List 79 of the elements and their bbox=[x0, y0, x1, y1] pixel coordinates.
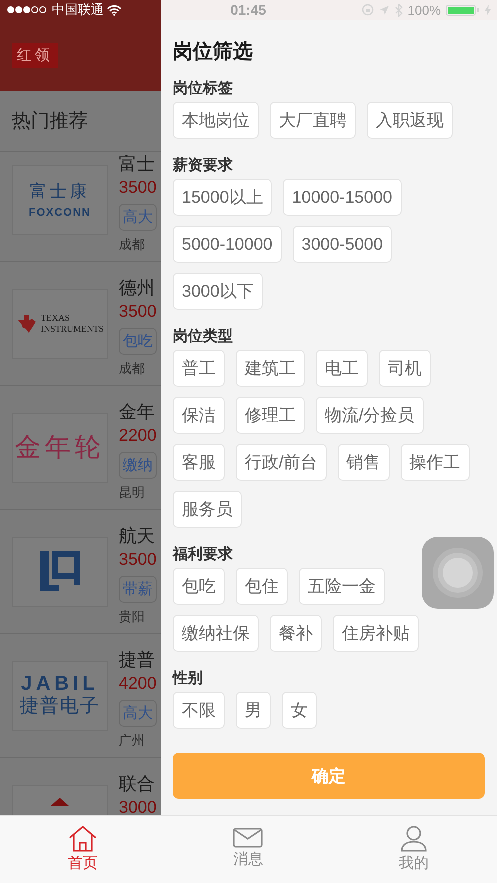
home-icon bbox=[68, 826, 97, 852]
job-location: 成都 bbox=[119, 360, 146, 378]
salary-text: 3500 bbox=[119, 549, 158, 571]
filter-group-label: 福利要求 bbox=[173, 545, 233, 565]
filter-option[interactable]: 女 bbox=[282, 692, 317, 729]
signal-icon bbox=[7, 6, 49, 14]
bluetooth-icon bbox=[394, 4, 403, 16]
drawer-title: 岗位筛选 bbox=[173, 40, 254, 65]
filter-option[interactable]: 大厂直聘 bbox=[270, 102, 356, 139]
tab-item[interactable]: 消息 bbox=[166, 816, 332, 883]
company-logo: JABIL 捷普电子 bbox=[12, 660, 108, 730]
job-location: 贵阳 bbox=[119, 608, 146, 626]
filter-option[interactable]: 5000-10000 bbox=[173, 226, 282, 263]
wifi-icon bbox=[107, 4, 122, 16]
job-title: 航天 bbox=[119, 525, 156, 548]
clock-time: 01:45 bbox=[230, 2, 266, 18]
filter-option[interactable]: 包吃 bbox=[173, 568, 225, 605]
job-title: 德州 bbox=[119, 277, 156, 300]
salary-text: 2200 bbox=[119, 425, 158, 447]
company-logo: 富士康 FOXCONN bbox=[12, 164, 108, 234]
job-location: 广州 bbox=[119, 732, 146, 750]
filter-option[interactable]: 销售 bbox=[338, 444, 390, 481]
job-title: 捷普 bbox=[119, 649, 156, 672]
filter-option[interactable]: 男 bbox=[236, 692, 271, 729]
battery-percent: 100% bbox=[408, 2, 441, 18]
filter-group-label: 薪资要求 bbox=[173, 156, 233, 176]
filter-group-label: 性别 bbox=[173, 669, 203, 689]
rotation-lock-icon bbox=[362, 4, 374, 16]
filter-option[interactable]: 服务员 bbox=[173, 491, 242, 528]
filter-option[interactable]: 建筑工 bbox=[236, 350, 305, 387]
filter-option[interactable]: 3000-5000 bbox=[292, 226, 392, 263]
company-logo: 金年轮 bbox=[12, 412, 108, 482]
benefit-tag: 高大 bbox=[119, 204, 157, 231]
filter-option[interactable]: 五险一金 bbox=[299, 568, 385, 605]
job-location: 成都 bbox=[119, 236, 146, 254]
filter-option[interactable]: 操作工 bbox=[400, 444, 470, 481]
filter-option[interactable]: 司机 bbox=[379, 350, 431, 387]
filter-option[interactable]: 电工 bbox=[316, 350, 368, 387]
filter-group-label: 岗位标签 bbox=[173, 79, 233, 99]
company-logo: TEXAS INSTRUMENTS bbox=[12, 288, 108, 358]
app-logo: 红领 bbox=[12, 43, 58, 68]
benefit-tag: 高大 bbox=[119, 700, 157, 727]
assistive-touch-button[interactable] bbox=[422, 537, 494, 609]
job-location: 昆明 bbox=[119, 484, 146, 502]
filter-option[interactable]: 10000-15000 bbox=[283, 179, 402, 216]
tab-item[interactable]: 我的 bbox=[331, 816, 497, 883]
filter-option[interactable]: 行政/前台 bbox=[236, 444, 327, 481]
filter-option[interactable]: 不限 bbox=[173, 692, 225, 729]
salary-text: 3500 bbox=[119, 301, 158, 323]
filter-option[interactable]: 本地岗位 bbox=[173, 102, 259, 139]
filter-option[interactable]: 客服 bbox=[173, 444, 225, 481]
salary-text: 4200 bbox=[119, 673, 158, 695]
benefit-tag: 缴纳 bbox=[119, 452, 157, 479]
filter-option[interactable]: 住房补贴 bbox=[333, 615, 419, 652]
filter-group-label: 岗位类型 bbox=[173, 327, 233, 347]
filter-option[interactable]: 餐补 bbox=[270, 615, 322, 652]
battery-icon bbox=[446, 4, 480, 16]
filter-option[interactable]: 修理工 bbox=[236, 397, 305, 434]
person-icon bbox=[400, 826, 428, 852]
filter-option[interactable]: 物流/分捡员 bbox=[316, 397, 424, 434]
envelope-icon bbox=[233, 826, 264, 848]
job-title: 联合 bbox=[119, 773, 156, 796]
benefit-tag: 包吃 bbox=[119, 328, 157, 355]
tab-item[interactable]: 首页 bbox=[0, 816, 166, 883]
filter-option[interactable]: 入职返现 bbox=[367, 102, 453, 139]
filter-option[interactable]: 普工 bbox=[173, 350, 225, 387]
benefit-tag: 带薪 bbox=[119, 576, 157, 603]
job-title: 金年 bbox=[119, 401, 156, 424]
job-title: 富士 bbox=[119, 153, 156, 176]
filter-option[interactable]: 包住 bbox=[236, 568, 288, 605]
filter-option[interactable]: 缴纳社保 bbox=[173, 615, 259, 652]
filter-option[interactable]: 15000以上 bbox=[173, 179, 272, 216]
carrier-name: 中国联通 bbox=[52, 1, 104, 19]
salary-text: 3500 bbox=[119, 177, 158, 199]
salary-text: 3000 bbox=[119, 797, 158, 815]
location-icon bbox=[378, 4, 390, 16]
filter-option[interactable]: 保洁 bbox=[173, 397, 225, 434]
filter-option[interactable]: 3000以下 bbox=[173, 273, 263, 310]
charging-icon bbox=[485, 4, 491, 16]
